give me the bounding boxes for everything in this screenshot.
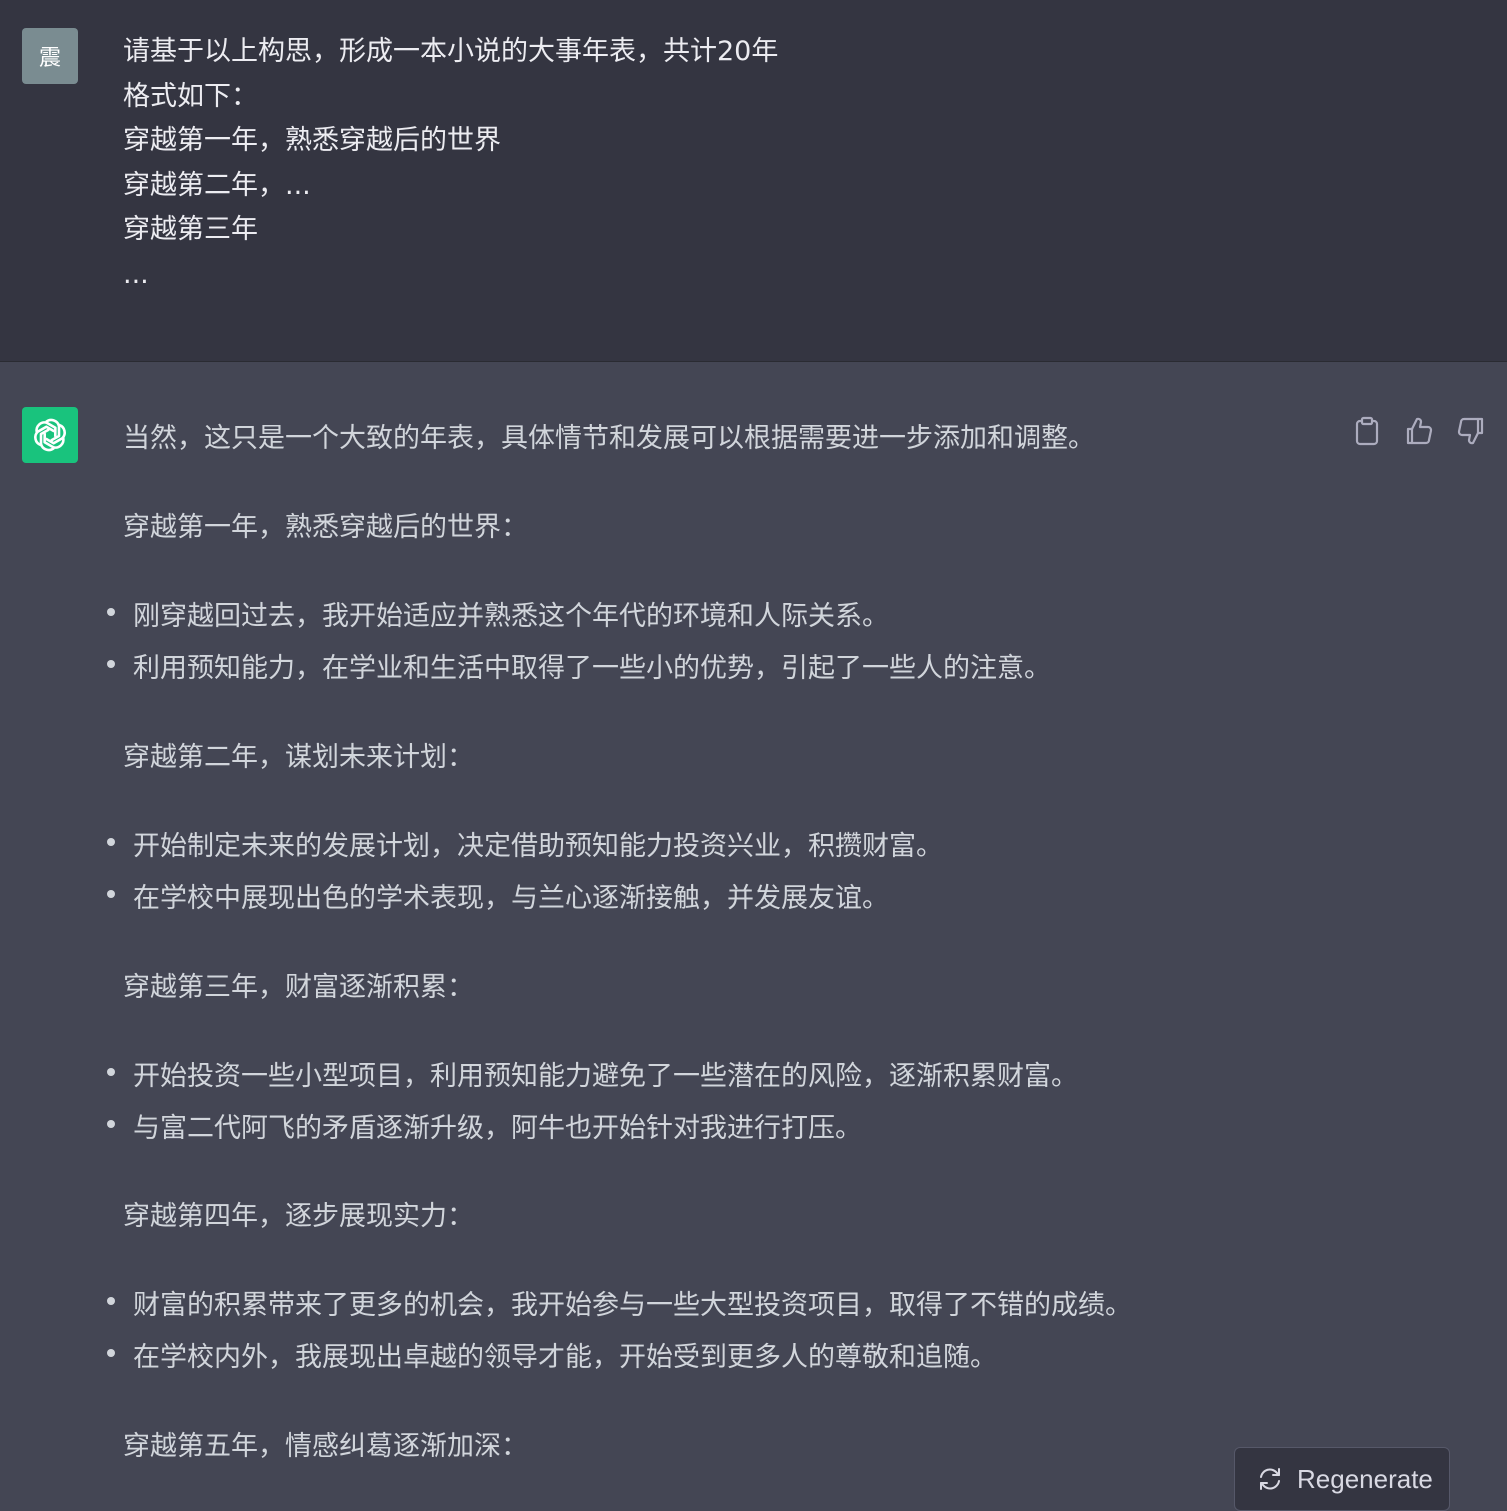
clipboard-icon <box>1355 416 1379 446</box>
user-message: 震 请基于以上构思，形成一本小说的大事年表，共计20年 格式如下： 穿越第一年，… <box>0 0 1507 362</box>
thumbs-down-icon <box>1457 417 1484 445</box>
list-item-text: 开始制定未来的发展计划，决定借助预知能力投资兴业，积攒财富。 <box>133 831 943 862</box>
section-heading: 穿越第二年，谋划未来计划： <box>123 742 474 773</box>
list-item: 开始投资一些小型项目，利用预知能力避免了一些潜在的风险，逐渐积累财富。 <box>107 1054 1078 1093</box>
list-item: 在学校内外，我展现出卓越的领导才能，开始受到更多人的尊敬和追随。 <box>107 1335 997 1374</box>
section-heading: 穿越第四年，逐步展现实力： <box>123 1201 474 1232</box>
refresh-icon <box>1260 1468 1280 1490</box>
section-heading: 穿越第三年，财富逐渐积累： <box>123 972 474 1003</box>
list-item: 在学校中展现出色的学术表现，与兰心逐渐接触，并发展友谊。 <box>107 876 889 915</box>
message-actions <box>1350 414 1490 448</box>
section-heading: 穿越第一年，熟悉穿越后的世界： <box>123 512 528 543</box>
bullet-dot <box>107 1068 115 1076</box>
user-line: 请基于以上构思，形成一本小说的大事年表，共计20年 <box>123 36 779 67</box>
user-line: 穿越第三年 <box>123 214 258 245</box>
assistant-avatar <box>22 407 78 463</box>
list-item-text: 与富二代阿飞的矛盾逐渐升级，阿牛也开始针对我进行打压。 <box>133 1113 862 1144</box>
bullet-dot <box>107 608 115 616</box>
user-line: ... <box>123 258 149 290</box>
user-message-text: 请基于以上构思，形成一本小说的大事年表，共计20年 格式如下： 穿越第一年，熟悉… <box>123 30 778 297</box>
assistant-intro: 当然，这只是一个大致的年表，具体情节和发展可以根据需要进一步添加和调整。 <box>123 423 1095 454</box>
bullet-dot <box>107 1349 115 1357</box>
list-item: 财富的积累带来了更多的机会，我开始参与一些大型投资项目，取得了不错的成绩。 <box>107 1283 1132 1322</box>
list-item-text: 财富的积累带来了更多的机会，我开始参与一些大型投资项目，取得了不错的成绩。 <box>133 1290 1132 1321</box>
section-heading: 穿越第五年，情感纠葛逐渐加深： <box>123 1431 528 1462</box>
copy-button[interactable] <box>1350 414 1384 448</box>
openai-logo-icon <box>34 418 66 452</box>
thumbs-up-icon <box>1406 417 1433 445</box>
list-item-text: 开始投资一些小型项目，利用预知能力避免了一些潜在的风险，逐渐积累财富。 <box>133 1061 1078 1092</box>
list-item: 刚穿越回过去，我开始适应并熟悉这个年代的环境和人际关系。 <box>107 594 889 633</box>
bullet-dot <box>107 838 115 846</box>
bullet-dot <box>107 660 115 668</box>
user-line: 穿越第二年，... <box>123 169 311 201</box>
regenerate-label: Regenerate <box>1297 1463 1433 1494</box>
bullet-dot <box>107 1297 115 1305</box>
bullet-dot <box>107 890 115 898</box>
list-item-text: 在学校内外，我展现出卓越的领导才能，开始受到更多人的尊敬和追随。 <box>133 1342 997 1373</box>
user-avatar: 震 <box>22 28 78 84</box>
list-item-text: 利用预知能力，在学业和生活中取得了一些小的优势，引起了一些人的注意。 <box>133 653 1051 684</box>
list-item-text: 在学校中展现出色的学术表现，与兰心逐渐接触，并发展友谊。 <box>133 883 889 914</box>
list-item-text: 刚穿越回过去，我开始适应并熟悉这个年代的环境和人际关系。 <box>133 601 889 632</box>
regenerate-button[interactable]: Regenerate <box>1234 1447 1450 1511</box>
list-item: 与富二代阿飞的矛盾逐渐升级，阿牛也开始针对我进行打压。 <box>107 1106 862 1145</box>
thumbs-down-button[interactable] <box>1454 414 1488 448</box>
user-line: 格式如下： <box>123 80 258 112</box>
bullet-dot <box>107 1120 115 1128</box>
thumbs-up-button[interactable] <box>1402 414 1436 448</box>
list-item: 利用预知能力，在学业和生活中取得了一些小的优势，引起了一些人的注意。 <box>107 646 1051 685</box>
list-item: 开始制定未来的发展计划，决定借助预知能力投资兴业，积攒财富。 <box>107 824 943 863</box>
user-line: 穿越第一年，熟悉穿越后的世界 <box>123 125 501 156</box>
